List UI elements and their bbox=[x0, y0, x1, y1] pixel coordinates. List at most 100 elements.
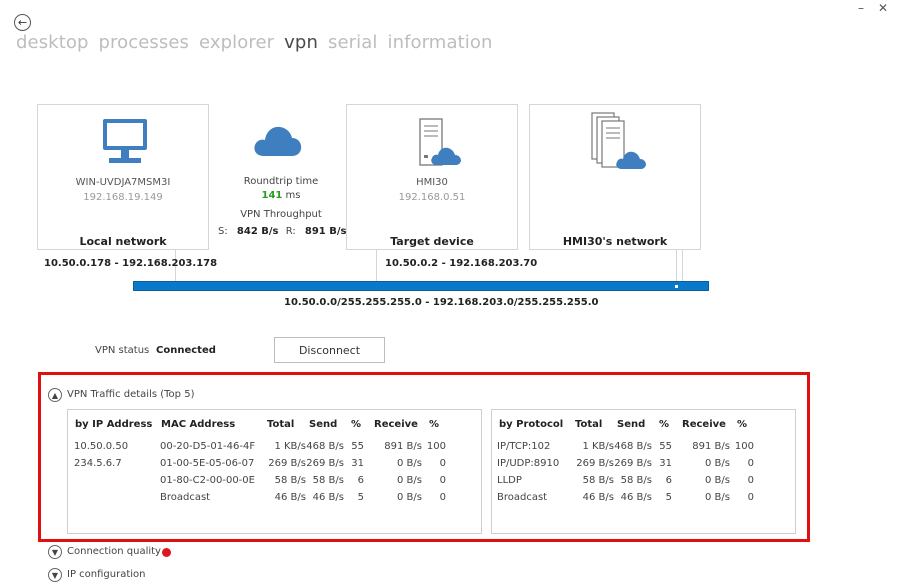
target-device-box: HMI30 192.168.0.51 Target device bbox=[346, 104, 518, 250]
traffic-collapse-button[interactable]: ▲ bbox=[48, 388, 62, 402]
local-range: 10.50.0.178 - 192.168.203.178 bbox=[44, 258, 218, 269]
receive-cell: 0 B/s bbox=[397, 492, 422, 503]
mac-cell: 00-20-D5-01-46-4F bbox=[160, 441, 256, 452]
vpn-status-value: Connected bbox=[156, 345, 216, 356]
connection-quality-label[interactable]: Connection quality bbox=[67, 546, 161, 557]
throughput-readout: S: 842 B/s R: 891 B/s bbox=[218, 226, 346, 237]
send-pct-cell: 6 bbox=[665, 475, 672, 486]
receive-pct-cell: 0 bbox=[747, 475, 754, 486]
target-connector bbox=[376, 250, 377, 281]
send-cell: 468 B/s bbox=[306, 441, 344, 452]
receive-pct-cell: 0 bbox=[747, 458, 754, 469]
roundtrip-readout: 141 ms bbox=[230, 190, 332, 201]
traffic-title: VPN Traffic details (Top 5) bbox=[67, 389, 195, 400]
target-ip: 192.168.0.51 bbox=[398, 192, 466, 203]
nav-vpn[interactable]: vpn bbox=[284, 32, 318, 53]
connection-quality-status-icon bbox=[162, 548, 171, 557]
vpn-status-label: VPN status bbox=[95, 345, 150, 356]
receive-pct-cell: 0 bbox=[439, 458, 446, 469]
col-send: Send bbox=[309, 419, 338, 430]
col-total: Total bbox=[575, 419, 603, 430]
remote-network-label: HMI30's network bbox=[562, 235, 668, 248]
send-cell: 269 B/s bbox=[614, 458, 652, 469]
ip-cell: 10.50.0.50 bbox=[74, 441, 129, 452]
subnet-range: 10.50.0.0/255.255.255.0 - 192.168.203.0/… bbox=[284, 297, 599, 308]
target-range: 10.50.0.2 - 192.168.203.70 bbox=[385, 258, 538, 269]
total-cell: 46 B/s bbox=[274, 492, 306, 503]
total-cell: 58 B/s bbox=[274, 475, 306, 486]
receive-pct-cell: 0 bbox=[439, 475, 446, 486]
local-ip: 192.168.19.149 bbox=[83, 192, 163, 203]
col-send-pct: % bbox=[659, 419, 670, 430]
send-cell: 58 B/s bbox=[312, 475, 344, 486]
col-receive-pct: % bbox=[737, 419, 748, 430]
chevron-down-icon: ▼ bbox=[51, 570, 59, 580]
chevron-down-icon: ▼ bbox=[51, 547, 59, 557]
minimize-button[interactable]: – bbox=[858, 1, 864, 15]
protocol-cell: LLDP bbox=[497, 475, 522, 486]
protocol-cell: IP/TCP:102 bbox=[497, 441, 551, 452]
total-cell: 1 KB/s bbox=[582, 441, 614, 452]
protocol-cell: IP/UDP:8910 bbox=[497, 458, 560, 469]
receive-cell: 891 B/s bbox=[692, 441, 730, 452]
send-pct-cell: 55 bbox=[659, 441, 672, 452]
roundtrip-value: 141 bbox=[261, 190, 283, 201]
nav-information[interactable]: information bbox=[387, 32, 492, 53]
receive-pct-cell: 100 bbox=[734, 441, 754, 452]
col-receive: Receive bbox=[682, 419, 726, 430]
col-send-pct: % bbox=[351, 419, 362, 430]
receive-pct-cell: 0 bbox=[439, 492, 446, 503]
recv-label: R: bbox=[285, 226, 296, 237]
receive-pct-cell: 0 bbox=[747, 492, 754, 503]
roundtrip-unit: ms bbox=[285, 190, 301, 201]
col-send: Send bbox=[617, 419, 646, 430]
send-pct-cell: 6 bbox=[357, 475, 364, 486]
traffic-by-protocol-panel: by Protocol Total Send % Receive % IP/TC… bbox=[491, 409, 796, 534]
send-pct-cell: 5 bbox=[665, 492, 672, 503]
receive-cell: 891 B/s bbox=[384, 441, 422, 452]
nav-processes[interactable]: processes bbox=[99, 32, 190, 53]
local-hostname: WIN-UVDJA7MSM3I bbox=[75, 177, 171, 188]
receive-cell: 0 B/s bbox=[705, 458, 730, 469]
connection-quality-expand-button[interactable]: ▼ bbox=[48, 545, 62, 559]
nav-serial[interactable]: serial bbox=[328, 32, 378, 53]
vpn-tunnel-bar bbox=[133, 281, 709, 291]
cloud-icon bbox=[254, 126, 302, 156]
send-pct-cell: 55 bbox=[351, 441, 364, 452]
send-pct-cell: 31 bbox=[351, 458, 364, 469]
send-cell: 468 B/s bbox=[614, 441, 652, 452]
total-cell: 1 KB/s bbox=[274, 441, 306, 452]
target-device-label: Target device bbox=[390, 235, 474, 248]
send-pct-cell: 5 bbox=[357, 492, 364, 503]
receive-pct-cell: 100 bbox=[426, 441, 446, 452]
mac-cell: 01-00-5E-05-06-07 bbox=[160, 458, 255, 469]
send-cell: 58 B/s bbox=[620, 475, 652, 486]
send-cell: 46 B/s bbox=[620, 492, 652, 503]
send-label: S: bbox=[218, 226, 228, 237]
back-button[interactable]: ← bbox=[14, 14, 31, 31]
recv-value: 891 B/s bbox=[304, 226, 347, 237]
total-cell: 269 B/s bbox=[576, 458, 614, 469]
chevron-up-icon: ▲ bbox=[51, 390, 59, 400]
tunnel-marker bbox=[675, 285, 678, 288]
disconnect-button[interactable]: Disconnect bbox=[274, 337, 385, 363]
ip-configuration-expand-button[interactable]: ▼ bbox=[48, 568, 62, 582]
server-stack-icon bbox=[591, 112, 646, 169]
close-button[interactable]: ✕ bbox=[878, 1, 888, 15]
local-network-box: WIN-UVDJA7MSM3I 192.168.19.149 Local net… bbox=[37, 104, 209, 250]
roundtrip-label: Roundtrip time bbox=[243, 176, 319, 187]
remote-network-box: HMI30's network bbox=[529, 104, 701, 250]
send-cell: 269 B/s bbox=[306, 458, 344, 469]
arrow-left-icon: ← bbox=[17, 16, 28, 29]
send-pct-cell: 31 bbox=[659, 458, 672, 469]
receive-cell: 0 B/s bbox=[705, 492, 730, 503]
col-ip-address: by IP Address bbox=[75, 419, 153, 430]
target-hostname: HMI30 bbox=[416, 177, 448, 188]
total-cell: 58 B/s bbox=[582, 475, 614, 486]
nav-explorer[interactable]: explorer bbox=[199, 32, 274, 53]
server-icon bbox=[419, 118, 461, 166]
ip-configuration-label[interactable]: IP configuration bbox=[67, 569, 146, 580]
main-nav: desktop processes explorer vpn serial in… bbox=[16, 32, 492, 53]
nav-desktop[interactable]: desktop bbox=[16, 32, 89, 53]
receive-cell: 0 B/s bbox=[397, 475, 422, 486]
